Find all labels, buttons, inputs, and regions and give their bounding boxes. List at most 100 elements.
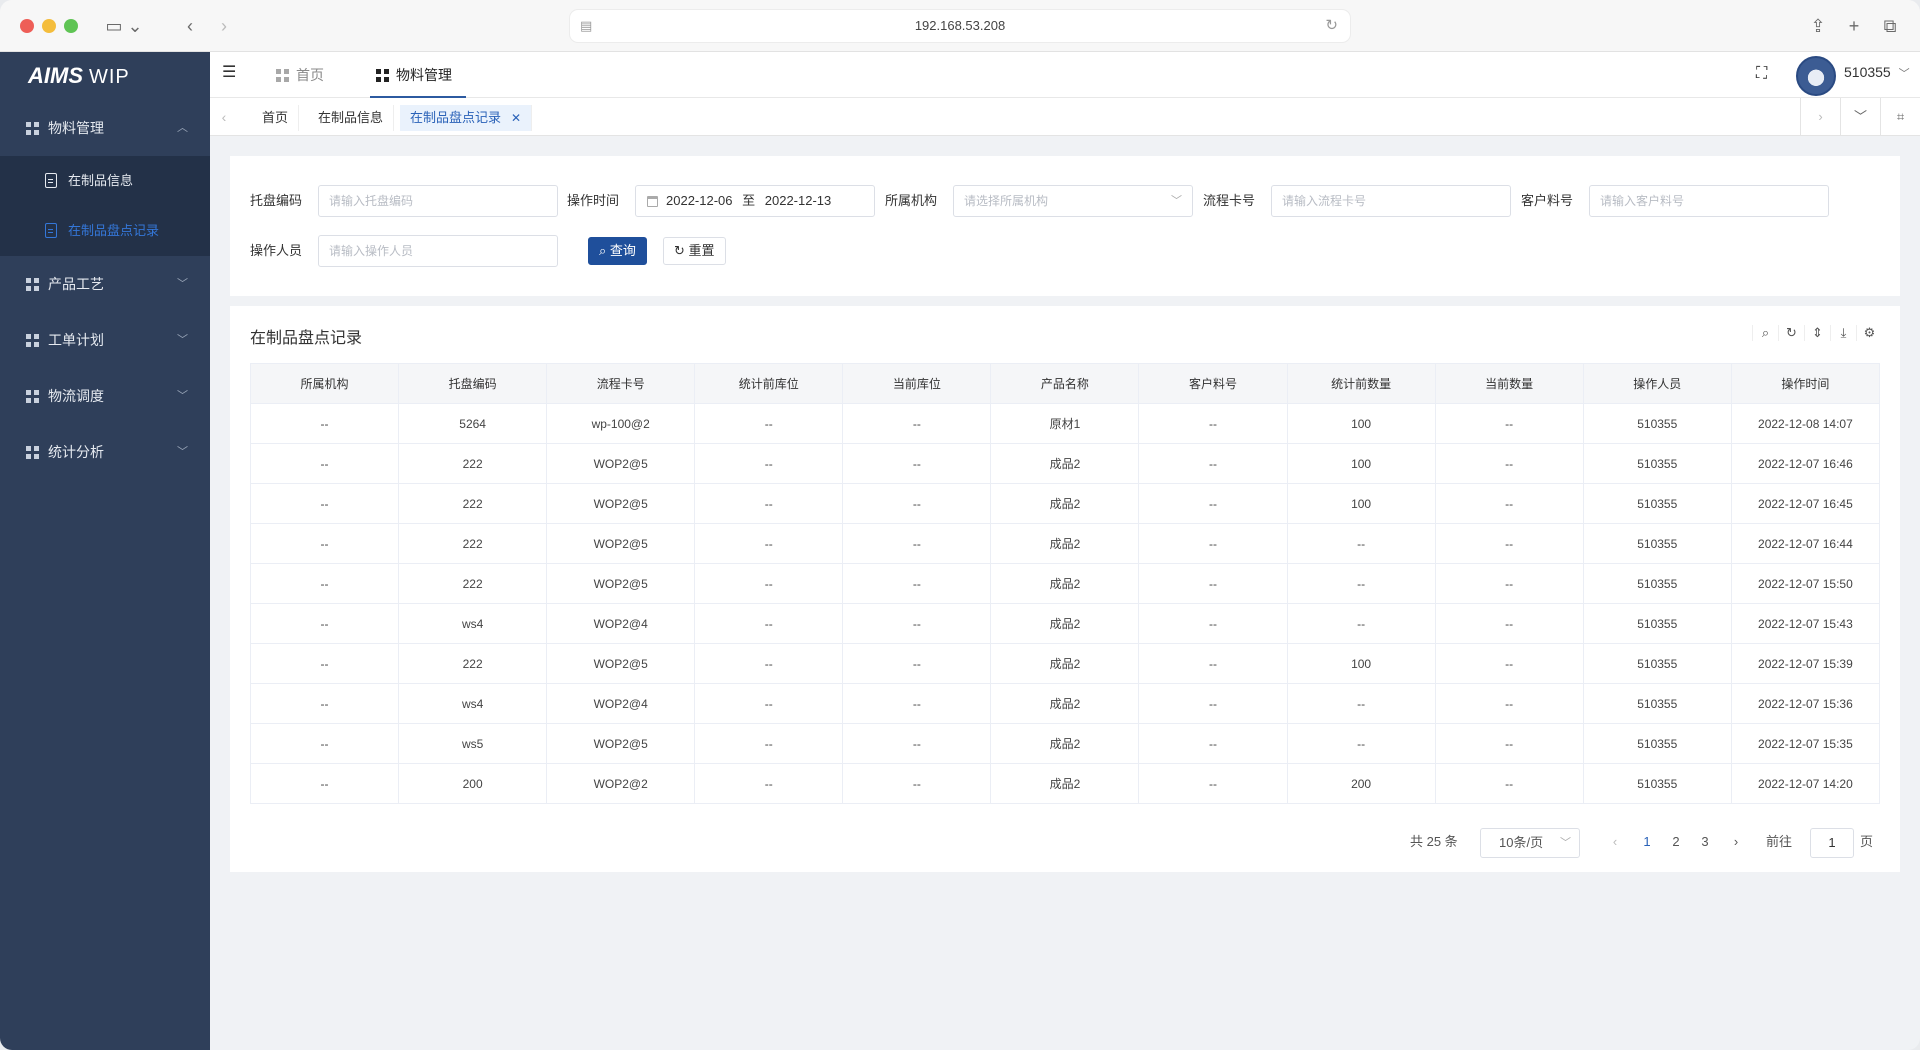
table-cell: -- [1138,563,1288,604]
table-cell: 510355 [1582,723,1732,764]
tags-scroll-right-icon[interactable]: › [1800,98,1840,136]
table-cell: -- [1434,443,1584,484]
table-row[interactable]: -- ws4 WOP2@4 -- -- 成品2 -- -- -- 510355 2022-12-07… [249,603,1881,644]
table-row[interactable]: -- 222 WOP2@5 -- -- 成品2 -- 100 -- 510355 2022-12-0… [249,643,1881,684]
share-icon[interactable]: ⇪ [1806,14,1830,38]
next-page-icon[interactable]: › [1721,828,1751,856]
tag-wip-info[interactable]: 在制品信息 [308,105,395,131]
page-2-button[interactable]: 2 [1661,828,1691,856]
avatar[interactable] [1796,56,1836,96]
pallet-code-input[interactable]: 请输入托盘编码 [318,185,558,217]
table-cell: -- [842,403,992,444]
table-row[interactable]: -- 222 WOP2@5 -- -- 成品2 -- 100 -- 510355 2022-12-0… [249,443,1881,484]
sidebar-item-workorder[interactable]: 工单计划 ﹀ [0,312,210,368]
page-fullscreen-icon[interactable]: ⌗ [1880,98,1920,136]
table-cell: 2022-12-07 15:36 [1730,683,1881,724]
date-range-picker[interactable]: 2022-12-06 至 2022-12-13 [635,185,875,217]
table-cell: 成品2 [990,523,1140,564]
download-icon[interactable]: ⤓ [1830,325,1856,341]
table-cell: 510355 [1582,683,1732,724]
table-cell: -- [1434,643,1584,684]
grid-icon [276,69,289,82]
organization-select[interactable]: 请选择所属机构 ﹀ [953,185,1193,217]
table-header-row: 所属机构 托盘编码 流程卡号 统计前库位 当前库位 产品名称 客户料号 统计前数量 当前数量 操作… [249,363,1881,404]
table-cell: ws4 [398,603,548,644]
sidebar-item-material[interactable]: 物料管理 ︿ [0,100,210,156]
sort-icon[interactable]: ⇕ [1804,325,1830,341]
site-info-icon[interactable]: ▤ [580,10,592,42]
table-cell: -- [1434,603,1584,644]
close-icon[interactable]: ✕ [511,111,521,125]
table-cell: ws5 [398,723,548,764]
search-icon[interactable]: ⌕ [1752,325,1778,341]
grid-icon [376,69,389,82]
table-cell: -- [694,443,844,484]
table-cell: -- [694,643,844,684]
tab-home[interactable]: 首页 [270,52,324,98]
tags-scroll-left-icon[interactable]: ‹ [210,98,238,136]
table-cell: 2022-12-07 15:43 [1730,603,1881,644]
search-button[interactable]: ⌕ 查询 [588,237,647,265]
grid-icon [26,278,39,291]
table-row[interactable]: -- 222 WOP2@5 -- -- 成品2 -- -- -- 510355 2022-12-07… [249,523,1881,564]
table-cell: 222 [398,643,548,684]
tabs-overview-icon[interactable]: ⧉ [1878,14,1902,38]
reset-button[interactable]: ↻ 重置 [663,237,726,265]
operator-input[interactable]: 请输入操作人员 [318,235,558,267]
sidebar-subitem-wip-info[interactable]: 在制品信息 [0,156,210,206]
table-cell: 222 [398,523,548,564]
table-cell: 成品2 [990,683,1140,724]
table-title: 在制品盘点记录 [250,330,363,347]
operator-label: 操作人员 [250,243,303,258]
sidebar-item-process[interactable]: 产品工艺 ﹀ [0,256,210,312]
address-bar[interactable]: ▤ 192.168.53.208 ↻ [570,10,1350,42]
close-window-button[interactable] [20,19,34,33]
tags-menu-chevron-down-icon[interactable]: ﹀ [1840,98,1880,136]
zoom-window-button[interactable] [64,19,78,33]
table-cell: -- [842,523,992,564]
goto-page-input[interactable]: 1 [1810,828,1854,858]
new-tab-icon[interactable]: + [1842,14,1866,38]
forward-icon[interactable]: › [212,14,236,38]
table-row[interactable]: -- 5264 wp-100@2 -- -- 原材1 -- 100 -- 510355 2022-1… [249,403,1881,444]
fullscreen-icon[interactable]: ⛶ [1756,65,1776,85]
menu-collapse-icon[interactable]: ☰ [222,65,238,81]
settings-icon[interactable]: ⚙ [1856,325,1882,341]
table-cell: -- [842,643,992,684]
table-cell: WOP2@5 [546,563,696,604]
reload-icon[interactable]: ↻ [1325,10,1338,42]
customer-part-input[interactable]: 请输入客户料号 [1589,185,1829,217]
tag-home[interactable]: 首页 [252,105,300,131]
process-card-input[interactable]: 请输入流程卡号 [1271,185,1511,217]
page-3-button[interactable]: 3 [1690,828,1720,856]
refresh-icon[interactable]: ↻ [1778,325,1804,341]
sidebar-item-label: 工单计划 [48,332,104,348]
tag-wip-inventory[interactable]: 在制品盘点记录 ✕ [400,105,533,131]
user-menu[interactable]: 510355 ﹀ [1844,64,1910,81]
tab-material[interactable]: 物料管理 [370,52,466,98]
username: 510355 [1844,64,1891,80]
table-row[interactable]: -- ws5 WOP2@5 -- -- 成品2 -- -- -- 510355 2022-12-07… [249,723,1881,764]
table-cell: -- [249,603,400,644]
page-unit-label: 页 [1860,834,1874,849]
sidebar-item-statistics[interactable]: 统计分析 ﹀ [0,424,210,480]
records-panel: 在制品盘点记录 ⌕ ↻ ⇕ ⤓ ⚙ 所属机构 托盘编码 流程卡号 统计前库位 当前库位 产品名称客… [230,306,1900,872]
table-cell: -- [1434,403,1584,444]
table-cell: 222 [398,483,548,524]
table-cell: 100 [1286,643,1436,684]
sidebar-subitem-wip-inventory[interactable]: 在制品盘点记录 [0,206,210,256]
chevron-down-icon: ﹀ [177,390,188,402]
page-1-button[interactable]: 1 [1632,828,1662,856]
table-row[interactable]: -- 200 WOP2@2 -- -- 成品2 -- 200 -- 510355 2022-12-0… [249,763,1881,804]
sidebar-item-logistics[interactable]: 物流调度 ﹀ [0,368,210,424]
prev-page-icon[interactable]: ‹ [1600,828,1630,856]
back-icon[interactable]: ‹ [178,14,202,38]
table-row[interactable]: -- 222 WOP2@5 -- -- 成品2 -- -- -- 510355 2022-12-07… [249,563,1881,604]
minimize-window-button[interactable] [42,19,56,33]
sidebar-toggle-icon[interactable]: ▭ ⌄ [104,14,144,38]
table-row[interactable]: -- 222 WOP2@5 -- -- 成品2 -- 100 -- 510355 2022-12-0… [249,483,1881,524]
sidebar-item-label: 物流调度 [48,388,104,404]
table-row[interactable]: -- ws4 WOP2@4 -- -- 成品2 -- -- -- 510355 2022-12-07… [249,683,1881,724]
table-cell: 成品2 [990,723,1140,764]
page-size-select[interactable]: 10条/页 ﹀ [1480,828,1580,858]
